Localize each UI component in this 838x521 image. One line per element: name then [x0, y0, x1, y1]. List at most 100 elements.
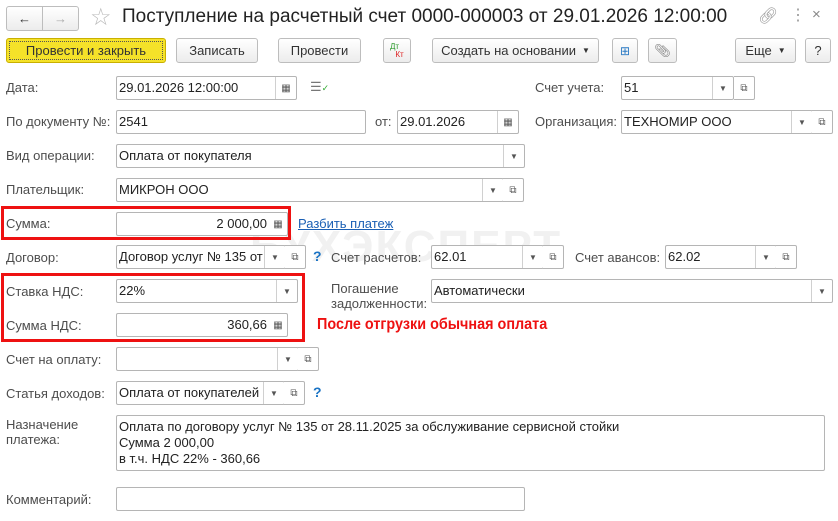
docnum-field[interactable]: 2541 [116, 110, 366, 134]
help-question-icon[interactable]: ? [313, 248, 322, 264]
calendar-icon[interactable]: ▦ [275, 77, 296, 99]
dropdown-icon[interactable]: ▼ [522, 246, 543, 268]
save-button[interactable]: Записать [176, 38, 258, 63]
from-label: от: [375, 114, 392, 129]
account-field[interactable]: 51 ▼ [621, 76, 734, 100]
create-based-on-label: Создать на основании [441, 43, 576, 58]
comment-field[interactable] [116, 487, 525, 511]
income-item-label: Статья доходов: [6, 386, 105, 401]
calculator-icon[interactable]: ▦ [269, 314, 287, 336]
from-date-value: 29.01.2026 [400, 114, 466, 129]
structure-icon[interactable]: ⊞ [612, 38, 638, 63]
repayment-label: Погашение задолженности: [331, 281, 427, 311]
income-item-value: Оплата от покупателей [119, 385, 260, 400]
dropdown-icon[interactable]: ▼ [791, 111, 812, 133]
account-value: 51 [624, 80, 639, 95]
vat-sum-label: Сумма НДС: [6, 318, 82, 333]
purpose-label-line1: Назначение [6, 417, 79, 432]
open-icon[interactable]: ⧉ [298, 347, 319, 371]
purpose-line: Сумма 2 000,00 [119, 435, 215, 450]
payer-label: Плательщик: [6, 182, 85, 197]
contract-field[interactable]: Договор услуг № 135 от ▼ [116, 245, 286, 269]
link-icon[interactable]: 🔗︎ [758, 6, 778, 26]
dropdown-icon[interactable]: ▼ [276, 280, 297, 302]
open-icon[interactable]: ⧉ [734, 76, 755, 100]
org-field[interactable]: ТЕХНОМИР ООО ▼ [621, 110, 813, 134]
vat-sum-field[interactable]: 360,66 ▦ [116, 313, 288, 337]
date-field[interactable]: 29.01.2026 12:00:00 ▦ [116, 76, 297, 100]
open-icon[interactable]: ⧉ [812, 110, 833, 134]
dropdown-icon[interactable]: ▼ [277, 348, 298, 370]
split-payment-link[interactable]: Разбить платеж [298, 216, 393, 231]
dropdown-icon[interactable]: ▼ [482, 179, 503, 201]
dropdown-icon[interactable]: ▼ [263, 382, 284, 404]
kt-label: Кт [395, 49, 404, 59]
open-icon[interactable]: ⧉ [543, 245, 564, 269]
settlement-account-value: 62.01 [434, 249, 467, 264]
post-and-close-button[interactable]: Провести и закрыть [6, 38, 166, 63]
purpose-label: Назначение платежа: [6, 417, 78, 447]
purpose-textarea[interactable]: Оплата по договору услуг № 135 от 28.11.… [116, 415, 825, 471]
purpose-line: в т.ч. НДС 22% - 360,66 [119, 451, 261, 466]
dropdown-icon[interactable]: ▼ [755, 246, 776, 268]
vat-rate-field[interactable]: 22% ▼ [116, 279, 298, 303]
dropdown-icon[interactable]: ▼ [264, 246, 285, 268]
vat-rate-value: 22% [119, 283, 146, 298]
settlement-account-field[interactable]: 62.01 ▼ [431, 245, 544, 269]
vat-sum-value: 360,66 [227, 317, 267, 332]
comment-label: Комментарий: [6, 492, 92, 507]
post-button[interactable]: Провести [278, 38, 361, 63]
vat-rate-label: Ставка НДС: [6, 284, 84, 299]
open-icon[interactable]: ⧉ [285, 245, 306, 269]
operation-label: Вид операции: [6, 148, 95, 163]
settlement-account-label: Счет расчетов: [331, 250, 422, 265]
open-icon[interactable]: ⧉ [776, 245, 797, 269]
dropdown-icon[interactable]: ▼ [712, 77, 733, 99]
repayment-field[interactable]: Автоматически ▼ [431, 279, 833, 303]
repayment-label-line1: Погашение [331, 281, 399, 296]
dropdown-icon[interactable]: ▼ [503, 145, 524, 167]
document-check-icon[interactable]: ☰✓ [310, 79, 329, 95]
chevron-down-icon: ▼ [777, 46, 786, 55]
date-value: 29.01.2026 12:00:00 [119, 80, 239, 95]
create-based-on-button[interactable]: Создать на основании ▼ [432, 38, 599, 63]
repayment-label-line2: задолженности: [331, 296, 428, 311]
back-button[interactable]: ← [6, 6, 43, 31]
page-title: Поступление на расчетный счет 0000-00000… [122, 6, 728, 27]
open-icon[interactable]: ⧉ [503, 178, 524, 202]
advance-account-label: Счет авансов: [575, 250, 661, 265]
annotation-text: После отгрузки обычная оплата [317, 316, 548, 333]
contract-value: Договор услуг № 135 от [119, 249, 263, 264]
operation-field[interactable]: Оплата от покупателя ▼ [116, 144, 525, 168]
invoice-label: Счет на оплату: [6, 352, 102, 367]
dropdown-icon[interactable]: ▼ [811, 280, 832, 302]
from-date-field[interactable]: 29.01.2026 ▦ [397, 110, 519, 134]
advance-account-field[interactable]: 62.02 ▼ [665, 245, 777, 269]
payer-field[interactable]: МИКРОН ООО ▼ [116, 178, 504, 202]
income-item-field[interactable]: Оплата от покупателей ▼ [116, 381, 285, 405]
open-icon[interactable]: ⧉ [284, 381, 305, 405]
close-icon[interactable]: × [812, 6, 821, 23]
help-question-icon[interactable]: ? [313, 384, 322, 400]
advance-account-value: 62.02 [668, 249, 701, 264]
calculator-icon[interactable]: ▦ [269, 213, 287, 235]
star-favorite-icon[interactable]: ☆ [90, 3, 112, 32]
contract-label: Договор: [6, 250, 59, 265]
more-button[interactable]: Еще ▼ [735, 38, 796, 63]
forward-button[interactable]: → [42, 6, 79, 31]
sum-field[interactable]: 2 000,00 ▦ [116, 212, 288, 236]
calendar-icon[interactable]: ▦ [497, 111, 518, 133]
more-label: Еще [745, 43, 772, 58]
docnum-value: 2541 [119, 114, 148, 129]
sum-label: Сумма: [6, 216, 51, 231]
purpose-label-line2: платежа: [6, 432, 60, 447]
help-button[interactable]: ? [805, 38, 831, 63]
sum-value: 2 000,00 [216, 216, 267, 231]
chevron-down-icon: ▼ [581, 46, 590, 55]
invoice-field[interactable]: ▼ [116, 347, 299, 371]
attachment-icon[interactable]: 📎︎ [648, 38, 677, 63]
more-vertical-icon[interactable]: ⋮ [790, 5, 806, 25]
payer-value: МИКРОН ООО [119, 182, 209, 197]
dt-kt-button[interactable]: Дт Кт [383, 38, 411, 63]
org-value: ТЕХНОМИР ООО [624, 114, 732, 129]
